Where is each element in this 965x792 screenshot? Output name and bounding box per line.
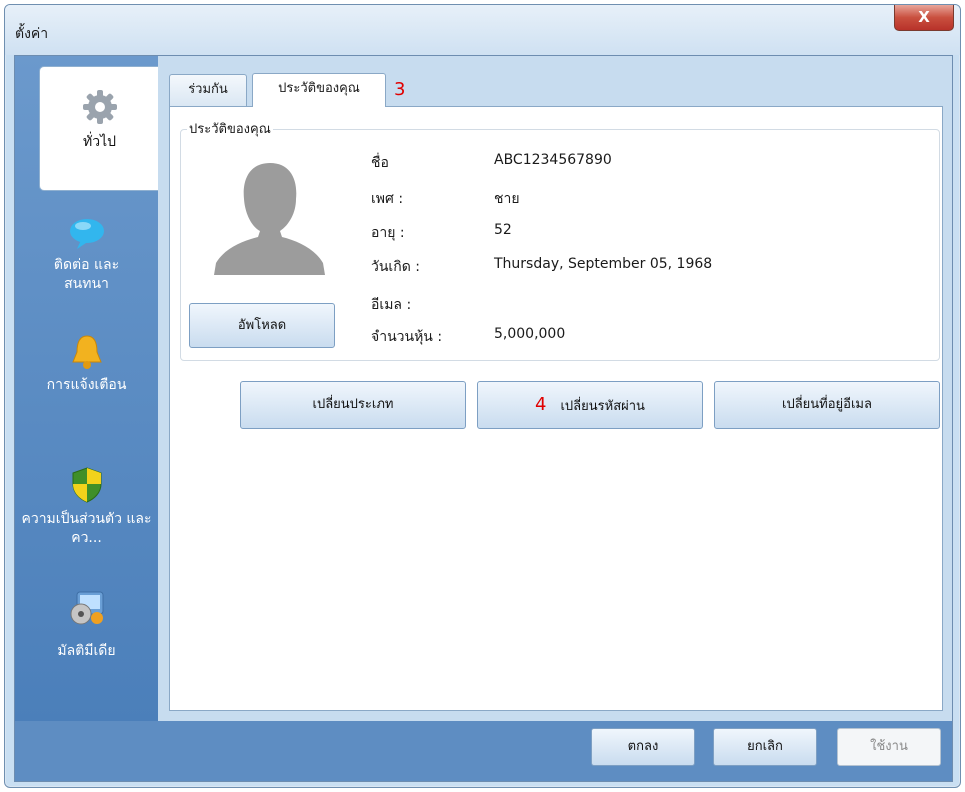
- annotation-marker-4: 4: [535, 394, 547, 415]
- annotation-marker-3: 3: [394, 79, 406, 100]
- apply-button[interactable]: ใช้งาน: [837, 728, 941, 766]
- field-shares-value: 5,000,000: [494, 326, 566, 342]
- sidebar-item-notifications[interactable]: การแจ้งเตือน: [15, 334, 158, 395]
- field-age-label: อายุ :: [371, 225, 405, 241]
- field-name-value: ABC1234567890: [494, 152, 612, 168]
- sidebar-item-privacy[interactable]: ความเป็นส่วนตัว และ คว...: [15, 466, 158, 548]
- field-gender-value: ชาย: [494, 191, 520, 207]
- settings-window: ตั้งค่า X ทั่วไป ติดต่อ และ สนทนา การแจ้…: [4, 4, 961, 788]
- bell-icon: [71, 335, 102, 369]
- sidebar-item-multimedia[interactable]: มัลติมีเดีย: [15, 588, 158, 661]
- multimedia-icon: [70, 591, 103, 625]
- tab-shared[interactable]: ร่วมกัน: [169, 74, 247, 106]
- profile-group-title: ประวัติของคุณ: [187, 118, 273, 139]
- change-password-button[interactable]: 4 เปลี่ยนรหัสผ่าน: [477, 381, 703, 429]
- cancel-button[interactable]: ยกเลิก: [713, 728, 817, 766]
- change-type-button[interactable]: เปลี่ยนประเภท: [240, 381, 466, 429]
- ok-button[interactable]: ตกลง: [591, 728, 695, 766]
- sidebar-item-label: ความเป็นส่วนตัว และ คว...: [21, 511, 152, 546]
- sidebar-item-general[interactable]: ทั่วไป: [39, 66, 159, 191]
- field-birthday-value: Thursday, September 05, 1968: [494, 256, 713, 272]
- sidebar-item-label: ทั่วไป: [82, 134, 117, 150]
- content-area: ร่วมกัน ประวัติของคุณ 3 ประวัติของคุณ อั…: [158, 56, 952, 721]
- close-button[interactable]: X: [894, 5, 954, 31]
- shield-icon: [72, 467, 101, 503]
- tab-panel: ประวัติของคุณ อัพโหลด ชื่อ ABC1234567890…: [169, 106, 943, 711]
- sidebar-item-contacts-chat[interactable]: ติดต่อ และ สนทนา: [15, 216, 158, 294]
- dialog-frame: ทั่วไป ติดต่อ และ สนทนา การแจ้งเตือน ควา…: [14, 55, 953, 782]
- field-shares-label: จำนวนหุ้น :: [371, 329, 443, 345]
- change-password-label: เปลี่ยนรหัสผ่าน: [560, 399, 645, 414]
- window-title: ตั้งค่า: [15, 26, 49, 42]
- change-email-button[interactable]: เปลี่ยนที่อยู่อีเมล: [714, 381, 940, 429]
- avatar: [214, 163, 325, 275]
- gear-icon: [82, 90, 117, 124]
- tab-your-profile[interactable]: ประวัติของคุณ: [252, 73, 386, 107]
- sidebar-item-label: มัลติมีเดีย: [57, 643, 116, 659]
- field-name-label: ชื่อ: [371, 155, 389, 171]
- upload-button[interactable]: อัพโหลด: [189, 303, 335, 348]
- profile-group: ประวัติของคุณ อัพโหลด ชื่อ ABC1234567890…: [180, 118, 940, 361]
- sidebar-item-label: ติดต่อ และ สนทนา: [53, 257, 120, 292]
- field-age-value: 52: [494, 222, 512, 238]
- field-email-label: อีเมล :: [371, 297, 412, 313]
- title-bar: ตั้งค่า X: [5, 5, 960, 55]
- sidebar: ทั่วไป ติดต่อ และ สนทนา การแจ้งเตือน ควา…: [15, 56, 159, 721]
- sidebar-item-label: การแจ้งเตือน: [46, 377, 127, 393]
- field-birthday-label: วันเกิด :: [371, 259, 420, 275]
- chat-bubble-icon: [69, 219, 104, 249]
- field-gender-label: เพศ :: [371, 191, 404, 207]
